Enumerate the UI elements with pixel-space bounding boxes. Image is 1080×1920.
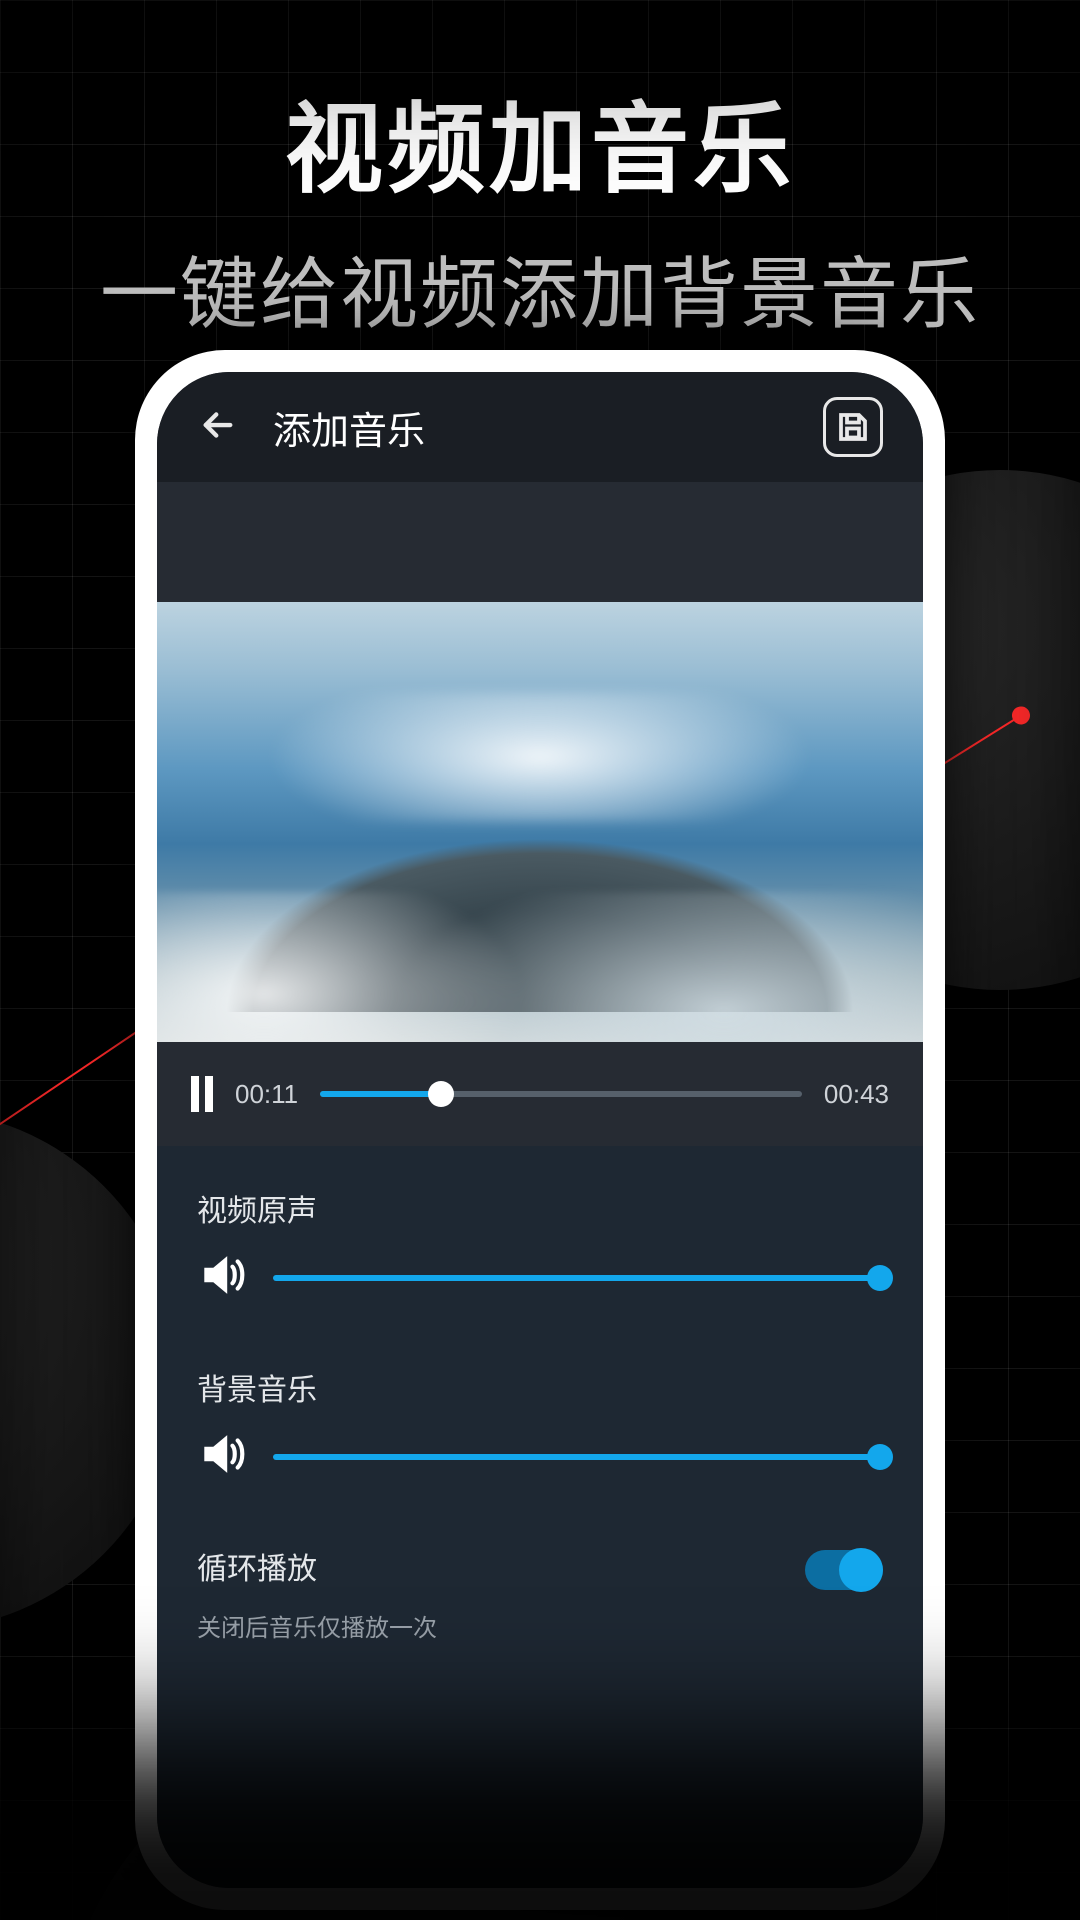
progress-track[interactable] bbox=[320, 1091, 802, 1097]
video-preview[interactable] bbox=[157, 602, 923, 1042]
preview-clouds bbox=[218, 692, 861, 822]
video-sound-control: 视频原声 bbox=[197, 1186, 883, 1305]
hero-subtitle: 一键给视频添加背景音乐 bbox=[0, 232, 1080, 344]
hero-title: 视频加音乐 bbox=[0, 70, 1080, 212]
toggle-knob bbox=[839, 1548, 883, 1592]
bg-music-slider[interactable] bbox=[273, 1454, 883, 1460]
phone-screen: 添加音乐 00:11 0 bbox=[157, 372, 923, 1888]
time-current: 00:11 bbox=[235, 1079, 298, 1110]
playback-bar: 00:11 00:43 bbox=[157, 1042, 923, 1146]
loop-sublabel: 关闭后音乐仅播放一次 bbox=[197, 1608, 437, 1643]
loop-control: 循环播放 关闭后音乐仅播放一次 bbox=[197, 1544, 883, 1643]
time-total: 00:43 bbox=[824, 1079, 889, 1110]
loop-toggle[interactable] bbox=[805, 1550, 883, 1590]
back-icon[interactable] bbox=[197, 404, 239, 451]
bg-music-label: 背景音乐 bbox=[197, 1365, 883, 1409]
preview-clouds bbox=[157, 892, 923, 1042]
spacer bbox=[157, 482, 923, 602]
video-sound-slider[interactable] bbox=[273, 1275, 883, 1281]
slider-thumb[interactable] bbox=[867, 1265, 893, 1291]
video-sound-label: 视频原声 bbox=[197, 1186, 883, 1230]
slider-thumb[interactable] bbox=[867, 1444, 893, 1470]
speaker-icon[interactable] bbox=[197, 1429, 247, 1484]
speaker-icon[interactable] bbox=[197, 1250, 247, 1305]
pause-icon[interactable] bbox=[191, 1076, 213, 1112]
app-topbar: 添加音乐 bbox=[157, 372, 923, 482]
loop-label: 循环播放 bbox=[197, 1544, 437, 1588]
hero-heading: 视频加音乐 一键给视频添加背景音乐 bbox=[0, 70, 1080, 344]
bg-music-control: 背景音乐 bbox=[197, 1365, 883, 1484]
controls-panel: 视频原声 背景音乐 bbox=[157, 1146, 923, 1888]
screen-title: 添加音乐 bbox=[273, 400, 789, 455]
save-button[interactable] bbox=[823, 397, 883, 457]
progress-thumb[interactable] bbox=[428, 1081, 454, 1107]
progress-fill bbox=[320, 1091, 440, 1097]
phone-frame: 添加音乐 00:11 0 bbox=[135, 350, 945, 1910]
